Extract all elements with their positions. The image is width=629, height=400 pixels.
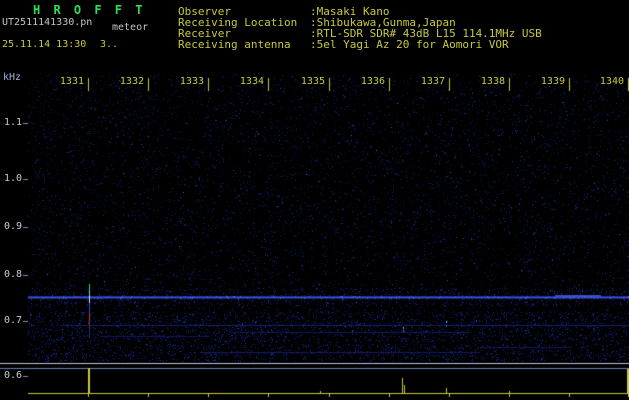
datetime-label: 25.11.14 13:30 [2,39,87,50]
y-axis-unit: kHz [3,72,22,83]
x-tick-1332: 1332 [119,76,144,87]
x-tick-1339: 1339 [540,76,565,87]
y-tick-0-9: 0.9 [3,221,22,232]
app-title: H R O F F T [33,3,146,17]
y-tick-1-1: 1.1 [3,117,22,128]
x-tick-1334: 1334 [239,76,264,87]
meteor-label: meteor [112,22,149,33]
spectrogram-canvas [0,0,629,400]
x-tick-1337: 1337 [420,76,445,87]
x-tick-1333: 1333 [179,76,204,87]
x-tick-1340: 1340 [599,76,624,87]
receiving-antenna-value: :5el Yagi Az 20 for Aomori VOR [310,38,509,51]
x-tick-1338: 1338 [480,76,505,87]
x-tick-1331: 1331 [59,76,84,87]
y-tick-1-0: 1.0 [3,173,22,184]
y-tick-0-7: 0.7 [3,315,22,326]
x-tick-1335: 1335 [300,76,325,87]
hrofft-screen: H R O F F T UT2511141330.pn meteor 25.11… [0,0,629,400]
receiving-antenna-label: Receiving antenna [178,38,291,51]
x-tick-1336: 1336 [360,76,385,87]
y-tick-0-8: 0.8 [3,269,22,280]
y-tick-0-6: 0.6 [3,370,22,381]
filename-label: UT2511141330.pn [2,17,93,28]
counter-label: 3.. [100,39,119,50]
